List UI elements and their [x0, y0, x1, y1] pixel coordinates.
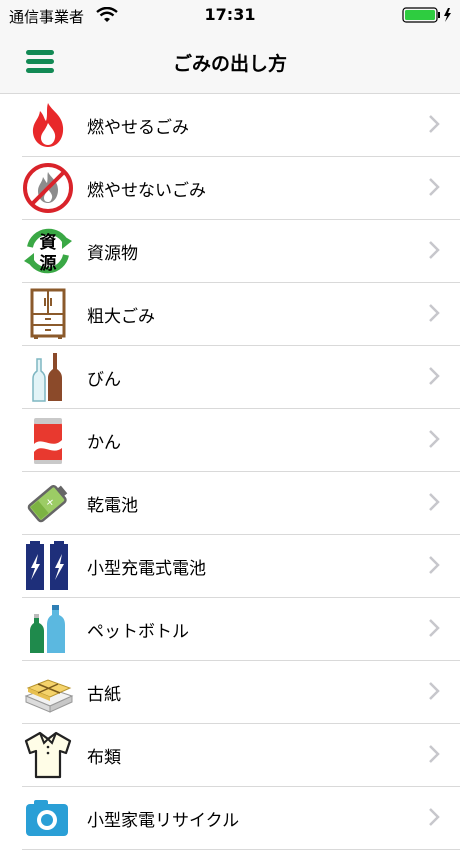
list-item-textiles[interactable]: 布類 — [22, 724, 460, 787]
paper-bundle-icon — [24, 679, 74, 713]
list-item-dry-cell[interactable]: + 乾電池 — [22, 472, 460, 535]
list-item-label: 布類 — [87, 748, 121, 768]
battery-icon: + — [27, 485, 68, 523]
list-item-label: ペットボトル — [87, 622, 189, 642]
list-item-label: 粗大ごみ — [87, 307, 155, 327]
recycle-resources-icon: 資 源 — [24, 228, 72, 274]
pet-bottle-icon — [30, 605, 65, 653]
svg-text:源: 源 — [40, 253, 57, 274]
list-item-pet-bottle[interactable]: ペットボトル — [22, 598, 460, 661]
list-item-label: 燃やせるごみ — [87, 118, 189, 138]
chevron-right-icon — [429, 808, 440, 826]
chevron-right-icon — [429, 304, 440, 322]
list-item-label: かん — [87, 433, 121, 453]
list-item-bottles[interactable]: びん — [22, 346, 460, 409]
chevron-right-icon — [429, 556, 440, 574]
list-item-small-appliances[interactable]: 小型家電リサイクル — [22, 787, 460, 850]
page-title: ごみの出し方 — [172, 53, 287, 75]
status-bar: 通信事業者 17:31 — [0, 0, 460, 30]
list-item-non-burnable[interactable]: 燃やせないごみ — [22, 157, 460, 220]
chevron-right-icon — [429, 430, 440, 448]
chevron-right-icon — [429, 115, 440, 133]
list-item-label: びん — [87, 370, 121, 390]
chevron-right-icon — [429, 493, 440, 511]
cabinet-icon — [30, 288, 66, 339]
small-appliance-icon — [26, 800, 68, 836]
chevron-right-icon — [429, 178, 440, 196]
list-item-oversized[interactable]: 粗大ごみ — [22, 283, 460, 346]
chevron-right-icon — [429, 367, 440, 385]
chevron-right-icon — [429, 682, 440, 700]
list-item-label: 乾電池 — [87, 496, 138, 516]
list-item-label: 燃やせないごみ — [87, 181, 206, 201]
chevron-right-icon — [429, 745, 440, 763]
list-item-old-paper[interactable]: 古紙 — [22, 661, 460, 724]
fire-icon — [32, 103, 64, 147]
list-item-rechargeable-battery[interactable]: 小型充電式電池 — [22, 535, 460, 598]
no-burn-icon — [23, 163, 73, 213]
list-item-label: 小型家電リサイクル — [87, 811, 240, 831]
list-item-cans[interactable]: かん — [22, 409, 460, 472]
list-item-label: 資源物 — [87, 244, 138, 264]
garbage-category-list: 燃やせるごみ 燃やせないごみ 資 源 資源物 粗大ごみ びん かん + 乾電池 … — [0, 94, 460, 850]
status-time: 17:31 — [204, 5, 256, 24]
chevron-right-icon — [429, 619, 440, 637]
rechargeable-battery-icon — [26, 541, 68, 590]
chevron-right-icon — [429, 241, 440, 259]
shirt-icon — [24, 731, 72, 779]
list-item-label: 小型充電式電池 — [87, 559, 206, 579]
navigation-bar: ごみの出し方 — [0, 30, 460, 94]
svg-text:資: 資 — [40, 233, 57, 253]
list-item-burnable[interactable]: 燃やせるごみ — [22, 94, 460, 157]
list-item-label: 古紙 — [87, 685, 121, 705]
bottles-icon — [32, 353, 62, 402]
list-item-resources[interactable]: 資 源 資源物 — [22, 220, 460, 283]
battery-status-icon — [402, 7, 451, 23]
can-icon — [34, 418, 62, 464]
